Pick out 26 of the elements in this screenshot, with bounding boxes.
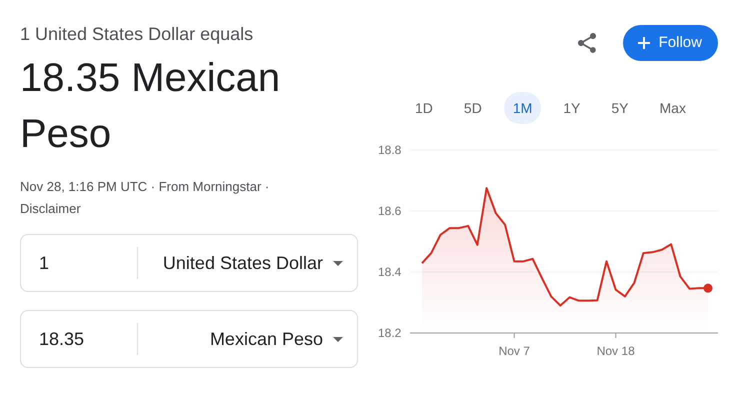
x-tick-label: Nov 18: [596, 344, 635, 358]
range-tab[interactable]: 1Y: [554, 92, 590, 124]
range-tab[interactable]: Max: [650, 92, 695, 124]
source-text: Nov 28, 1:16 PM UTC · From Morningstar · Disclaimer: [20, 178, 270, 218]
range-tab[interactable]: 1M: [504, 92, 542, 124]
y-tick-label: 18.2: [378, 326, 402, 340]
conversion-result: 18.35 Mexican Peso: [20, 55, 282, 158]
amount-field[interactable]: 18.35: [21, 326, 137, 352]
amount-field[interactable]: 1: [21, 250, 137, 276]
x-tick: [615, 332, 616, 338]
caret-icon: [333, 260, 343, 266]
y-tick-label: 18.8: [378, 143, 402, 157]
current-point: [704, 284, 712, 293]
range-tab[interactable]: 5Y: [602, 92, 638, 124]
y-tick-label: 18.4: [378, 265, 402, 279]
equals-text: 1 United States Dollar equals: [20, 23, 254, 46]
currency-dropdown[interactable]: United States Dollar: [138, 235, 357, 291]
x-tick: [514, 332, 515, 338]
follow-button[interactable]: Follow: [622, 25, 718, 61]
y-tick-label: 18.6: [378, 204, 402, 218]
caret-icon: [333, 336, 343, 342]
range-tab[interactable]: 5D: [454, 92, 491, 124]
currency-dropdown[interactable]: Mexican Peso: [138, 311, 357, 367]
plus-icon: [636, 36, 651, 50]
x-tick-label: Nov 7: [498, 344, 530, 358]
range-tab[interactable]: 1D: [406, 92, 442, 124]
